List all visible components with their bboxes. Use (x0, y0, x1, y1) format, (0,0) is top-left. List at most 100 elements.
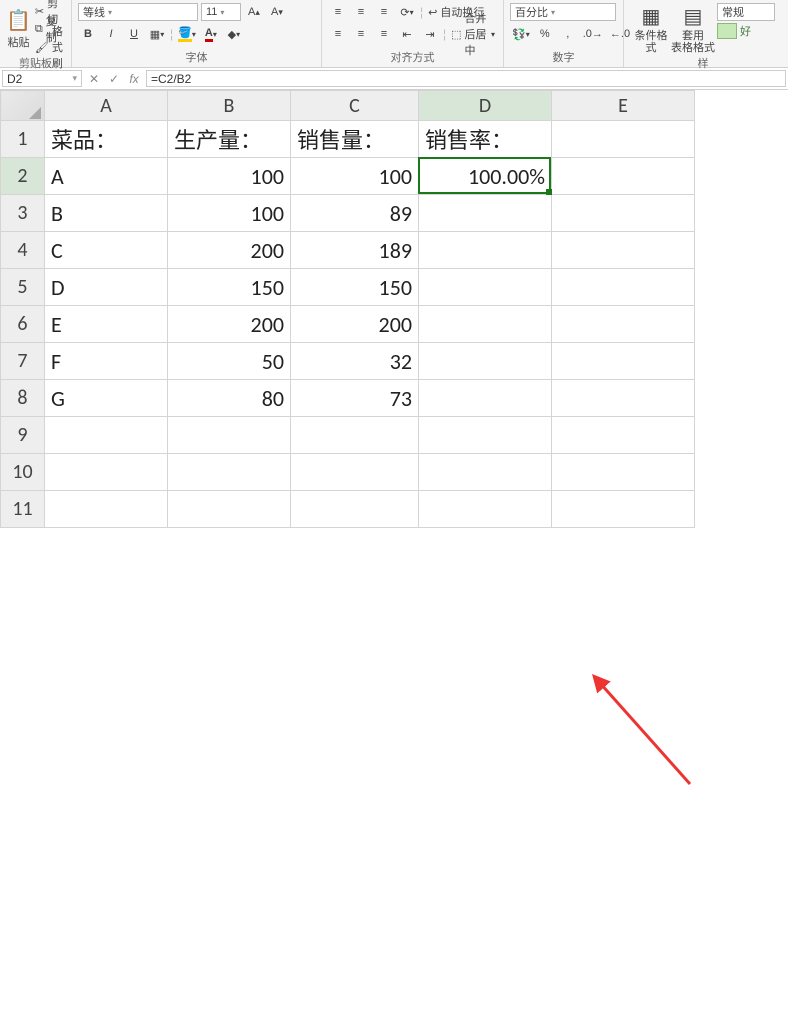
align-middle-button[interactable]: ≡ (351, 3, 371, 21)
increase-decimal-button[interactable]: .0→ (581, 25, 605, 43)
cell-E3[interactable] (552, 195, 695, 232)
cell-E7[interactable] (552, 343, 695, 380)
row-header-5[interactable]: 5 (1, 269, 45, 306)
cell-A8[interactable]: G (45, 380, 168, 417)
merge-center-button[interactable]: ⬚ 合并后居中 ▾ (449, 26, 497, 42)
row-header-4[interactable]: 4 (1, 232, 45, 269)
cell-E9[interactable] (552, 417, 695, 454)
effects-button[interactable]: ◆▾ (224, 25, 244, 43)
cell-D3[interactable] (419, 195, 552, 232)
column-header-D[interactable]: D (419, 91, 552, 121)
spreadsheet-table[interactable]: ABCDE1菜品：生产量：销售量：销售率：2A100100100.00%3B10… (0, 90, 695, 528)
cell-D6[interactable] (419, 306, 552, 343)
cell-D11[interactable] (419, 491, 552, 528)
cell-D4[interactable] (419, 232, 552, 269)
cell-B4[interactable]: 200 (168, 232, 291, 269)
cell-B2[interactable]: 100 (168, 158, 291, 195)
cell-A5[interactable]: D (45, 269, 168, 306)
font-size-combo[interactable]: 11▾ (201, 3, 241, 21)
align-bottom-button[interactable]: ≡ (374, 3, 394, 21)
decrease-indent-button[interactable]: ⇤ (397, 25, 417, 43)
cell-C5[interactable]: 150 (291, 269, 419, 306)
row-header-8[interactable]: 8 (1, 380, 45, 417)
row-header-10[interactable]: 10 (1, 454, 45, 491)
cell-C8[interactable]: 73 (291, 380, 419, 417)
cell-D7[interactable] (419, 343, 552, 380)
orientation-button[interactable]: ⟳▾ (397, 3, 417, 21)
row-header-7[interactable]: 7 (1, 343, 45, 380)
cell-B7[interactable]: 50 (168, 343, 291, 380)
cell-D8[interactable] (419, 380, 552, 417)
cell-A9[interactable] (45, 417, 168, 454)
underline-button[interactable]: U (124, 25, 144, 43)
column-header-A[interactable]: A (45, 91, 168, 121)
column-header-E[interactable]: E (552, 91, 695, 121)
cell-B5[interactable]: 150 (168, 269, 291, 306)
comma-format-button[interactable]: , (558, 25, 578, 43)
cell-E1[interactable] (552, 121, 695, 158)
increase-font-button[interactable]: A▴ (244, 3, 264, 21)
cell-C7[interactable]: 32 (291, 343, 419, 380)
cell-C1[interactable]: 销售量： (291, 121, 419, 158)
table-format-button[interactable]: ▤ 套用 表格格式 (672, 3, 714, 55)
number-format-combo[interactable]: 百分比▾ (510, 3, 616, 21)
cell-style-normal[interactable]: 常规 (717, 3, 775, 21)
currency-format-button[interactable]: 💱▾ (510, 25, 532, 43)
format-painter-button[interactable]: 🖌 格式刷 (33, 39, 65, 55)
cell-D10[interactable] (419, 454, 552, 491)
cell-C10[interactable] (291, 454, 419, 491)
fx-button[interactable]: fx (125, 72, 143, 86)
cell-A6[interactable]: E (45, 306, 168, 343)
cell-A10[interactable] (45, 454, 168, 491)
cell-D9[interactable] (419, 417, 552, 454)
cell-C9[interactable] (291, 417, 419, 454)
cell-B3[interactable]: 100 (168, 195, 291, 232)
column-header-B[interactable]: B (168, 91, 291, 121)
paste-button[interactable]: 📋 粘贴 (6, 3, 31, 55)
font-name-combo[interactable]: 等线▾ (78, 3, 198, 21)
cell-B8[interactable]: 80 (168, 380, 291, 417)
cell-D5[interactable] (419, 269, 552, 306)
row-header-6[interactable]: 6 (1, 306, 45, 343)
align-left-button[interactable]: ≡ (328, 25, 348, 43)
cell-C11[interactable] (291, 491, 419, 528)
cell-B9[interactable] (168, 417, 291, 454)
fill-color-button[interactable]: 🪣▾ (176, 25, 198, 43)
bold-button[interactable]: B (78, 25, 98, 43)
percent-format-button[interactable]: % (535, 25, 555, 43)
style-good-swatch[interactable] (717, 23, 737, 39)
cell-E10[interactable] (552, 454, 695, 491)
cell-A11[interactable] (45, 491, 168, 528)
row-header-9[interactable]: 9 (1, 417, 45, 454)
cell-A2[interactable]: A (45, 158, 168, 195)
cell-D2[interactable]: 100.00% (419, 158, 552, 195)
align-right-button[interactable]: ≡ (374, 25, 394, 43)
cell-C4[interactable]: 189 (291, 232, 419, 269)
font-color-button[interactable]: A▾ (201, 25, 221, 43)
cell-C6[interactable]: 200 (291, 306, 419, 343)
cell-B1[interactable]: 生产量： (168, 121, 291, 158)
cell-B11[interactable] (168, 491, 291, 528)
row-header-11[interactable]: 11 (1, 491, 45, 528)
italic-button[interactable]: I (101, 25, 121, 43)
align-top-button[interactable]: ≡ (328, 3, 348, 21)
cancel-formula-button[interactable]: ✕ (85, 72, 103, 86)
cell-A4[interactable]: C (45, 232, 168, 269)
cell-A1[interactable]: 菜品： (45, 121, 168, 158)
align-center-button[interactable]: ≡ (351, 25, 371, 43)
cell-E11[interactable] (552, 491, 695, 528)
accept-formula-button[interactable]: ✓ (105, 72, 123, 86)
cell-B10[interactable] (168, 454, 291, 491)
cell-E5[interactable] (552, 269, 695, 306)
conditional-format-button[interactable]: ▦ 条件格式 (630, 3, 672, 55)
cell-C3[interactable]: 89 (291, 195, 419, 232)
cell-A7[interactable]: F (45, 343, 168, 380)
borders-button[interactable]: ▦▾ (147, 25, 167, 43)
row-header-1[interactable]: 1 (1, 121, 45, 158)
cell-C2[interactable]: 100 (291, 158, 419, 195)
column-header-C[interactable]: C (291, 91, 419, 121)
cell-D1[interactable]: 销售率： (419, 121, 552, 158)
cell-E8[interactable] (552, 380, 695, 417)
row-header-2[interactable]: 2 (1, 158, 45, 195)
cell-A3[interactable]: B (45, 195, 168, 232)
